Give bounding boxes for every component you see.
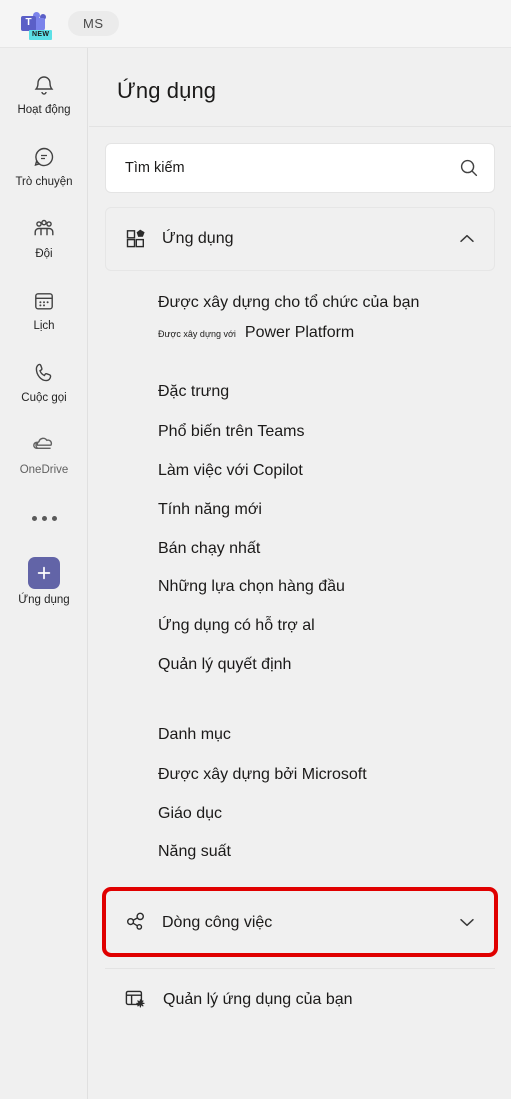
search-box[interactable]	[105, 143, 495, 193]
manage-apps-label: Quản lý ứng dụng của bạn	[163, 990, 353, 1008]
share-nodes-icon	[124, 910, 148, 934]
teams-logo-letter: T	[21, 15, 36, 31]
teams-app-window: T NEW MS Hoạt động Trò chuyện Đội Lịch C…	[0, 0, 511, 1099]
org-heading: Được xây dựng cho tổ chức của bạn	[158, 294, 420, 311]
sidebar-item-label: Đội	[35, 247, 53, 260]
page-title: Ứng dụng	[117, 78, 217, 103]
featured-group: Đặc trưng Phổ biến trên Teams Làm việc v…	[89, 360, 511, 685]
search-input[interactable]	[125, 160, 458, 176]
section-workflow-label: Dòng công việc	[162, 913, 273, 931]
sidebar-item-calls[interactable]: Cuộc gọi	[0, 346, 88, 418]
avatar[interactable]: MS	[68, 10, 119, 37]
section-workflow-toggle[interactable]: Dòng công việc	[102, 887, 498, 958]
sidebar-item-onedrive[interactable]: OneDrive	[0, 418, 88, 490]
app-settings-icon	[123, 987, 147, 1011]
sidebar-item-label: Hoạt động	[17, 103, 71, 116]
title-bar: T NEW MS	[0, 0, 511, 48]
plus-icon	[28, 556, 60, 589]
section-apps-label: Ứng dụng	[162, 230, 234, 248]
categories-group: Danh mục Được xây dựng bởi Microsoft Giá…	[89, 703, 511, 872]
list-item[interactable]: Phổ biến trên Teams	[105, 413, 495, 452]
sidebar-item-label: Lịch	[33, 319, 55, 332]
chevron-up-icon[interactable]	[456, 228, 478, 250]
power-platform-name: Power Platform	[244, 324, 355, 341]
list-item[interactable]: Quản lý quyết định	[105, 646, 495, 685]
teams-logo-icon: T NEW	[20, 9, 53, 40]
apps-grid-icon	[124, 227, 148, 251]
section-apps-toggle[interactable]: Ứng dụng	[105, 207, 495, 271]
power-platform-link[interactable]: Được xây dựng với Power Platform	[105, 313, 495, 342]
apps-panel: Ứng dụng Tìm kiếm Ứng dụng Được xây dựng…	[89, 48, 511, 1099]
featured-heading: Đặc trưng	[158, 383, 230, 401]
list-item[interactable]: Được xây dựng bởi Microsoft	[105, 756, 495, 795]
sidebar-more-button[interactable]	[0, 490, 88, 546]
list-item[interactable]: Những lựa chọn hàng đầu	[105, 568, 495, 607]
categories-heading: Danh mục	[158, 725, 231, 743]
list-item[interactable]: Ứng dụng có hỗ trợ al	[105, 607, 495, 646]
manage-apps-link[interactable]: Quản lý ứng dụng của bạn	[89, 969, 511, 1011]
left-nav-rail: Hoạt động Trò chuyện Đội Lịch Cuộc gọi O…	[0, 48, 88, 1099]
sidebar-item-label: OneDrive	[19, 463, 69, 476]
search-icon[interactable]	[458, 157, 480, 179]
list-item[interactable]: Năng suất	[105, 833, 495, 872]
sidebar-item-apps[interactable]: Ứng dụng	[0, 546, 88, 618]
sidebar-item-label: Trò chuyện	[15, 175, 73, 188]
list-item[interactable]: Làm việc với Copilot	[105, 452, 495, 491]
sidebar-item-label: Cuộc gọi	[21, 391, 67, 404]
sidebar-item-calendar[interactable]: Lịch	[0, 274, 88, 346]
phone-icon	[30, 359, 58, 387]
sidebar-item-chat[interactable]: Trò chuyện	[0, 130, 88, 202]
people-team-icon	[30, 215, 58, 243]
power-platform-prefix: Được xây dựng với	[158, 329, 236, 339]
sidebar-item-teams[interactable]: Đội	[0, 202, 88, 274]
chat-icon	[30, 143, 58, 171]
list-item[interactable]: Giáo dục	[105, 795, 495, 834]
more-horizontal-icon	[31, 515, 57, 521]
calendar-icon	[30, 287, 58, 315]
chevron-down-icon[interactable]	[456, 911, 478, 933]
list-item[interactable]: Tính năng mới	[105, 491, 495, 530]
list-item[interactable]: Bán chạy nhất	[105, 530, 495, 569]
cloud-icon	[30, 431, 58, 459]
org-group: Được xây dựng cho tổ chức của bạn Được x…	[89, 271, 511, 342]
new-badge: NEW	[29, 30, 53, 40]
sidebar-item-label: Ứng dụng	[18, 593, 70, 606]
bell-icon	[30, 71, 58, 99]
sidebar-item-activity[interactable]: Hoạt động	[0, 58, 88, 130]
search-area	[89, 127, 511, 193]
